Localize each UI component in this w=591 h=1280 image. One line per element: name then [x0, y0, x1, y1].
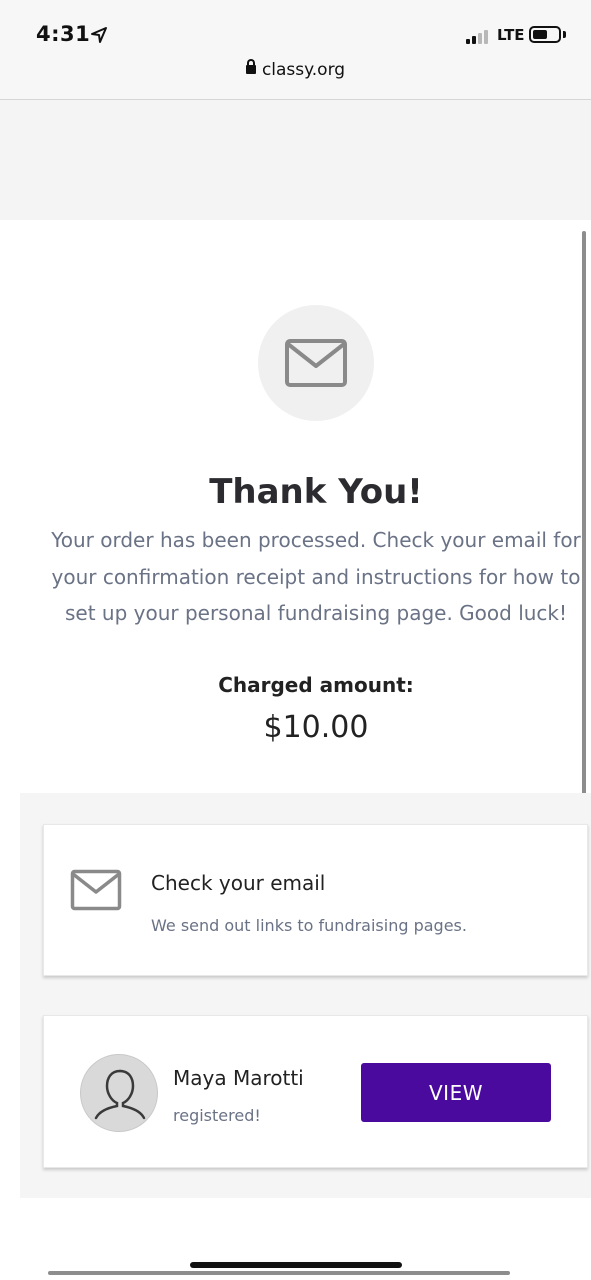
envelope-icon	[285, 339, 347, 387]
check-email-title: Check your email	[151, 871, 326, 895]
charged-amount-value: $10.00	[263, 710, 369, 745]
registration-card: Maya Marotti registered! VIEW	[43, 1015, 588, 1168]
home-indicator[interactable]	[190, 1262, 402, 1268]
envelope-icon	[70, 869, 122, 911]
user-silhouette-icon	[94, 1069, 146, 1120]
status-time: 4:31	[36, 22, 91, 46]
lock-icon	[245, 59, 256, 74]
network-type: LTE	[497, 26, 525, 44]
location-arrow-icon	[91, 27, 107, 43]
view-button[interactable]: VIEW	[361, 1063, 551, 1122]
page-header-band	[0, 100, 591, 220]
url-text: classy.org	[261, 60, 346, 80]
check-email-subtitle: We send out links to fundraising pages.	[151, 916, 467, 935]
charged-amount-label: Charged amount:	[218, 673, 414, 697]
registration-status: registered!	[173, 1106, 261, 1125]
signal-icon	[466, 29, 488, 44]
registrant-name: Maya Marotti	[173, 1066, 304, 1090]
url-bar[interactable]: classy.org	[0, 59, 591, 80]
confirmation-message: Your order has been processed. Check you…	[51, 528, 581, 625]
battery-icon	[529, 26, 561, 43]
avatar	[80, 1054, 158, 1132]
page-title: Thank You!	[209, 472, 423, 512]
battery-cap	[563, 31, 566, 38]
confirmation-icon-circle	[258, 305, 374, 421]
bottom-toolbar-edge	[48, 1271, 510, 1275]
check-email-card: Check your email We send out links to fu…	[43, 824, 588, 976]
browser-chrome: 4:31 LTE classy.org	[0, 0, 591, 100]
